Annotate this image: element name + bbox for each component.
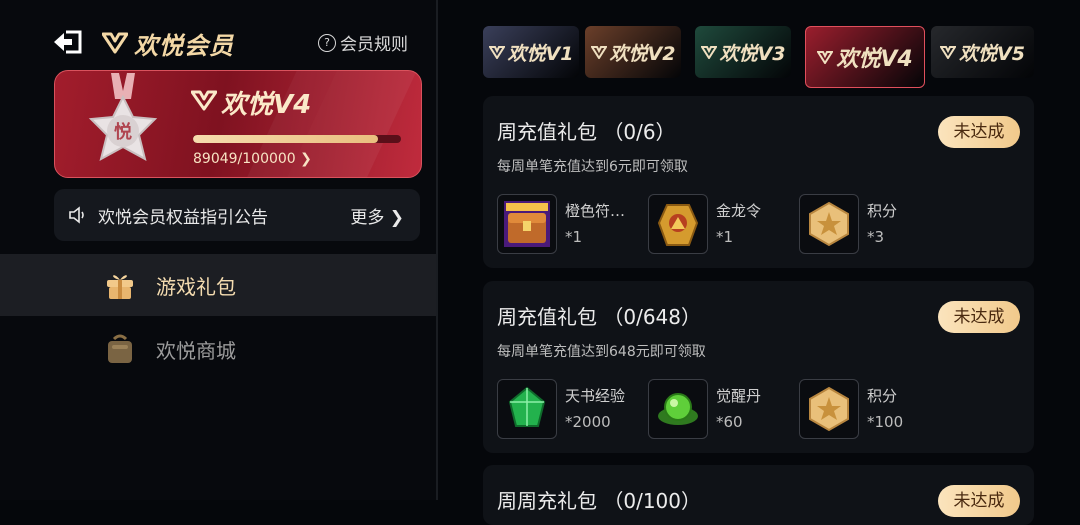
green-gem-icon — [497, 379, 557, 439]
points-icon — [799, 194, 859, 254]
svg-text:悦: 悦 — [114, 121, 132, 143]
reward-item[interactable]: 积分 *100 — [785, 379, 925, 439]
reward-quantity: *3 — [867, 228, 885, 246]
shopping-bag-icon — [108, 334, 132, 363]
tab-v3[interactable]: 欢悦V3 — [695, 26, 791, 78]
status-button[interactable]: 未达成 — [938, 116, 1020, 148]
green-orb-icon — [648, 379, 708, 439]
reward-quantity: *1 — [716, 228, 734, 246]
back-icon[interactable] — [52, 28, 84, 56]
gift-icon — [107, 275, 133, 299]
tab-label: 欢悦V1 — [507, 42, 574, 65]
tab-label: 欢悦V3 — [719, 42, 786, 65]
nav-label: 欢悦商城 — [156, 339, 236, 363]
level-logo-icon — [590, 46, 607, 59]
pack-description: 每周单笔充值达到648元即可领取 — [497, 344, 706, 360]
medal-icon: 悦 — [88, 73, 158, 161]
reward-name: 积分 — [867, 387, 898, 405]
status-button[interactable]: 未达成 — [938, 301, 1020, 333]
tab-v2[interactable]: 欢悦V2 — [585, 26, 681, 78]
tab-label: 欢悦V4 — [836, 47, 913, 72]
level-logo-icon — [700, 46, 717, 59]
brand-logo-icon — [102, 32, 128, 54]
gift-pack-card: 周充值礼包 （0/6） 每周单笔充值达到6元即可领取 未达成 橙色符… *1 金… — [483, 96, 1034, 268]
level-logo-icon — [488, 46, 505, 59]
reward-item[interactable]: 积分 *3 — [785, 194, 925, 254]
reward-quantity: *2000 — [565, 413, 611, 431]
level-tabs: 欢悦V1 欢悦V2 欢悦V3 欢悦V4 欢悦V5 — [483, 26, 1034, 88]
tab-v5[interactable]: 欢悦V5 — [931, 26, 1034, 78]
nav-item-mall[interactable]: 欢悦商城 — [0, 318, 436, 380]
rules-label: 会员规则 — [340, 35, 408, 55]
reward-quantity: *1 — [565, 228, 583, 246]
tab-label: 欢悦V2 — [609, 42, 676, 65]
nav-label: 游戏礼包 — [156, 275, 236, 299]
points-icon — [799, 379, 859, 439]
announcement-text: 欢悦会员权益指引公告 — [98, 208, 268, 228]
pack-description: 每周单笔充值达到6元即可领取 — [497, 159, 688, 175]
level-logo-icon — [817, 51, 834, 64]
reward-quantity: *100 — [867, 413, 904, 431]
gold-token-icon — [648, 194, 708, 254]
reward-name: 天书经验 — [565, 387, 626, 405]
page-title: 欢悦会员 — [134, 32, 234, 60]
left-panel: 欢悦会员 ? 会员规则 悦 欢悦V4 89049/100000 ❯ 欢悦会员权益… — [0, 0, 436, 500]
reward-item[interactable]: 橙色符… *1 — [483, 194, 625, 254]
chevron-right-icon: ❯ — [300, 151, 312, 167]
speaker-icon — [69, 206, 84, 224]
more-label: 更多 — [350, 208, 385, 228]
reward-name: 觉醒丹 — [716, 387, 762, 405]
reward-quantity: *60 — [716, 413, 743, 431]
chest-icon — [497, 194, 557, 254]
level-progress-fill — [193, 135, 379, 143]
announcement-bar[interactable]: 欢悦会员权益指引公告 更多 ❯ — [54, 189, 420, 241]
reward-name: 橙色符… — [565, 202, 626, 220]
level-score: 89049/100000 ❯ — [193, 151, 312, 167]
nav-item-game-gifts[interactable]: 游戏礼包 — [0, 254, 436, 316]
tab-v1[interactable]: 欢悦V1 — [483, 26, 579, 78]
level-logo-icon — [191, 90, 217, 111]
gift-pack-card: 周周充礼包 （0/100） 未达成 — [483, 465, 1034, 525]
reward-item[interactable]: 觉醒丹 *60 — [634, 379, 774, 439]
reward-item[interactable]: 天书经验 *2000 — [483, 379, 625, 439]
reward-item[interactable]: 金龙令 *1 — [634, 194, 774, 254]
top-bar: 欢悦会员 ? 会员规则 — [52, 24, 422, 60]
reward-name: 金龙令 — [716, 202, 762, 220]
level-logo-icon — [940, 46, 957, 59]
member-level: 欢悦V4 — [221, 90, 312, 120]
help-icon: ? — [318, 33, 336, 52]
reward-name: 积分 — [867, 202, 898, 220]
rules-link[interactable]: ? 会员规则 — [318, 30, 408, 55]
gift-pack-card: 周充值礼包 （0/648） 每周单笔充值达到648元即可领取 未达成 天书经验 … — [483, 281, 1034, 453]
level-progress-bar — [193, 135, 401, 143]
score-text: 89049/100000 — [193, 151, 296, 167]
tab-v4[interactable]: 欢悦V4 — [805, 26, 925, 88]
member-card[interactable]: 悦 欢悦V4 89049/100000 ❯ — [54, 70, 422, 178]
more-link[interactable]: 更多 ❯ — [350, 203, 404, 228]
tab-label: 欢悦V5 — [959, 42, 1025, 65]
panel-divider — [436, 0, 438, 500]
status-button[interactable]: 未达成 — [938, 485, 1020, 517]
pack-title: 周充值礼包 （0/648） — [497, 305, 701, 329]
pack-title: 周充值礼包 （0/6） — [497, 120, 676, 144]
